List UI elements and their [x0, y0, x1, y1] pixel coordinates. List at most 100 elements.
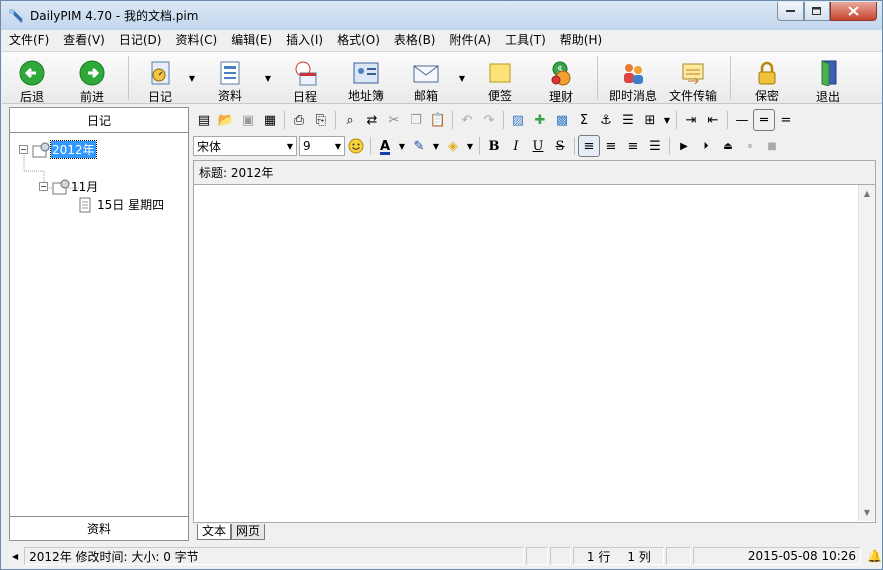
play-icon[interactable]: ▶ — [673, 135, 695, 157]
redo-icon[interactable]: ↷ — [478, 109, 500, 131]
list-icon[interactable]: ☰ — [617, 109, 639, 131]
underline-icon[interactable]: U — [527, 135, 549, 157]
filetransfer-button[interactable]: 文件传输 — [662, 52, 724, 104]
menu-diary[interactable]: 日记(D) — [112, 31, 169, 50]
menu-attachment[interactable]: 附件(A) — [443, 31, 499, 50]
stop-icon[interactable]: ■ — [761, 135, 783, 157]
exit-door-icon — [815, 60, 841, 86]
forward-button[interactable]: 前进 — [62, 52, 122, 104]
new-document-icon[interactable]: ▤ — [193, 109, 215, 131]
forward-arrow-icon — [79, 60, 105, 86]
data-icon — [217, 60, 243, 85]
minimize-button[interactable] — [777, 2, 804, 21]
justify-icon[interactable]: ☰ — [644, 135, 666, 157]
data-dropdown[interactable]: ▼ — [261, 52, 275, 104]
menu-view[interactable]: 查看(V) — [56, 31, 112, 50]
menu-help[interactable]: 帮助(H) — [553, 31, 609, 50]
step-icon[interactable]: ⏵ — [695, 135, 717, 157]
menu-tools[interactable]: 工具(T) — [498, 31, 553, 50]
scroll-down-icon[interactable]: ▼ — [859, 504, 875, 521]
menu-insert[interactable]: 插入(I) — [279, 31, 330, 50]
text-editor[interactable]: ▲ ▼ — [193, 185, 876, 523]
collapse-icon[interactable]: − — [19, 145, 28, 154]
record-icon[interactable]: ⏏ — [717, 135, 739, 157]
save-disabled-icon[interactable]: ▣ — [237, 109, 259, 131]
emoji-icon[interactable] — [345, 135, 367, 157]
addressbook-button[interactable]: 地址簿 — [335, 52, 397, 104]
left-panel-footer-data[interactable]: 资料 — [10, 516, 188, 540]
exit-button[interactable]: 退出 — [797, 52, 859, 104]
indent-icon[interactable]: ⇥ — [680, 109, 702, 131]
font-color-dropdown[interactable]: ▼ — [396, 135, 408, 157]
font-color-icon[interactable]: A — [374, 135, 396, 157]
menu-data[interactable]: 资料(C) — [168, 31, 224, 50]
menu-file[interactable]: 文件(F) — [2, 31, 56, 50]
collapse-icon[interactable]: − — [39, 182, 48, 191]
anchor-icon[interactable]: ⚓ — [595, 109, 617, 131]
copy-icon[interactable]: ❐ — [405, 109, 427, 131]
table-icon[interactable]: ⊞ — [639, 109, 661, 131]
italic-icon[interactable]: I — [505, 135, 527, 157]
fill-color-icon[interactable]: ◈ — [442, 135, 464, 157]
secure-button[interactable]: 保密 — [737, 52, 797, 104]
diary-dropdown[interactable]: ▼ — [185, 52, 199, 104]
vertical-scrollbar[interactable]: ▲ ▼ — [858, 185, 875, 521]
insert-picture-icon[interactable]: ▩ — [551, 109, 573, 131]
im-button[interactable]: 即时消息 — [604, 52, 662, 104]
tab-webpage[interactable]: 网页 — [231, 524, 266, 540]
data-button[interactable]: 资料 — [199, 52, 261, 104]
table-dropdown[interactable]: ▼ — [661, 109, 673, 131]
close-button[interactable] — [830, 2, 877, 21]
tree-node-year[interactable]: − 2012年 — [19, 140, 97, 159]
tree-node-month[interactable]: − 11月 — [39, 178, 98, 195]
undo-icon[interactable]: ↶ — [456, 109, 478, 131]
print-preview-icon[interactable]: ⎙ — [288, 109, 310, 131]
insert-image-icon[interactable]: ▨ — [507, 109, 529, 131]
font-select[interactable]: 宋体 ▼ — [193, 136, 297, 156]
align-right-icon[interactable]: ≡ — [622, 135, 644, 157]
finance-button[interactable]: $ 理财 — [531, 52, 591, 104]
menu-table[interactable]: 表格(B) — [387, 31, 443, 50]
cut-icon[interactable]: ✂ — [383, 109, 405, 131]
scroll-up-icon[interactable]: ▲ — [859, 185, 875, 202]
main-toolbar: 后退 前进 日记 ▼ 资料 ▼ 日程 地址簿 邮箱 ▼ 便签 $ 理财 即时消息… — [2, 51, 882, 104]
mail-dropdown[interactable]: ▼ — [455, 52, 469, 104]
tab-text[interactable]: 文本 — [197, 524, 232, 540]
find-icon[interactable]: ⌕ — [339, 109, 361, 131]
line-single-icon[interactable]: — — [731, 109, 753, 131]
save-all-icon[interactable]: ▦ — [259, 109, 281, 131]
pause-icon[interactable]: ⏸ — [739, 135, 761, 157]
document-title-field[interactable]: 标题: 2012年 — [193, 160, 876, 185]
insert-object-icon[interactable]: ✚ — [529, 109, 551, 131]
mail-button[interactable]: 邮箱 — [397, 52, 455, 104]
bold-icon[interactable]: B — [483, 135, 505, 157]
maximize-button[interactable] — [804, 2, 830, 21]
back-button[interactable]: 后退 — [2, 52, 62, 104]
insert-symbol-icon[interactable]: Σ — [573, 109, 595, 131]
menu-edit[interactable]: 编辑(E) — [224, 31, 279, 50]
open-folder-icon[interactable]: 📂 — [215, 109, 237, 131]
strikethrough-icon[interactable]: S — [549, 135, 571, 157]
alert-bell-icon[interactable]: 🔔 — [867, 549, 882, 563]
highlight-icon[interactable]: ✎ — [408, 135, 430, 157]
fill-color-dropdown[interactable]: ▼ — [464, 135, 476, 157]
note-button[interactable]: 便签 — [469, 52, 531, 104]
line-equal-icon[interactable]: = — [775, 109, 797, 131]
paste-icon[interactable]: 📋 — [427, 109, 449, 131]
print-icon[interactable]: ⎘ — [310, 109, 332, 131]
status-info: 2012年 修改时间: 大小: 0 字节 — [24, 547, 524, 565]
menu-bar: 文件(F) 查看(V) 日记(D) 资料(C) 编辑(E) 插入(I) 格式(O… — [2, 31, 882, 50]
tree-node-day[interactable]: 15日 星期四 — [78, 196, 164, 213]
schedule-button[interactable]: 日程 — [275, 52, 335, 104]
menu-format[interactable]: 格式(O) — [330, 31, 387, 50]
font-size-select[interactable]: 9 ▼ — [299, 136, 345, 156]
highlight-dropdown[interactable]: ▼ — [430, 135, 442, 157]
line-double-icon[interactable]: ═ — [753, 109, 775, 131]
outdent-icon[interactable]: ⇤ — [702, 109, 724, 131]
align-center-icon[interactable]: ≡ — [600, 135, 622, 157]
editor-pane: ▤ 📂 ▣ ▦ ⎙ ⎘ ⌕ ⇄ ✂ ❐ 📋 ↶ ↷ ▨ ✚ ▩ Σ ⚓ ☰ ⊞ … — [193, 107, 876, 541]
left-panel-header-diary[interactable]: 日记 — [10, 108, 188, 133]
align-left-icon[interactable]: ≡ — [578, 135, 600, 157]
diary-button[interactable]: 日记 — [135, 52, 185, 104]
replace-icon[interactable]: ⇄ — [361, 109, 383, 131]
